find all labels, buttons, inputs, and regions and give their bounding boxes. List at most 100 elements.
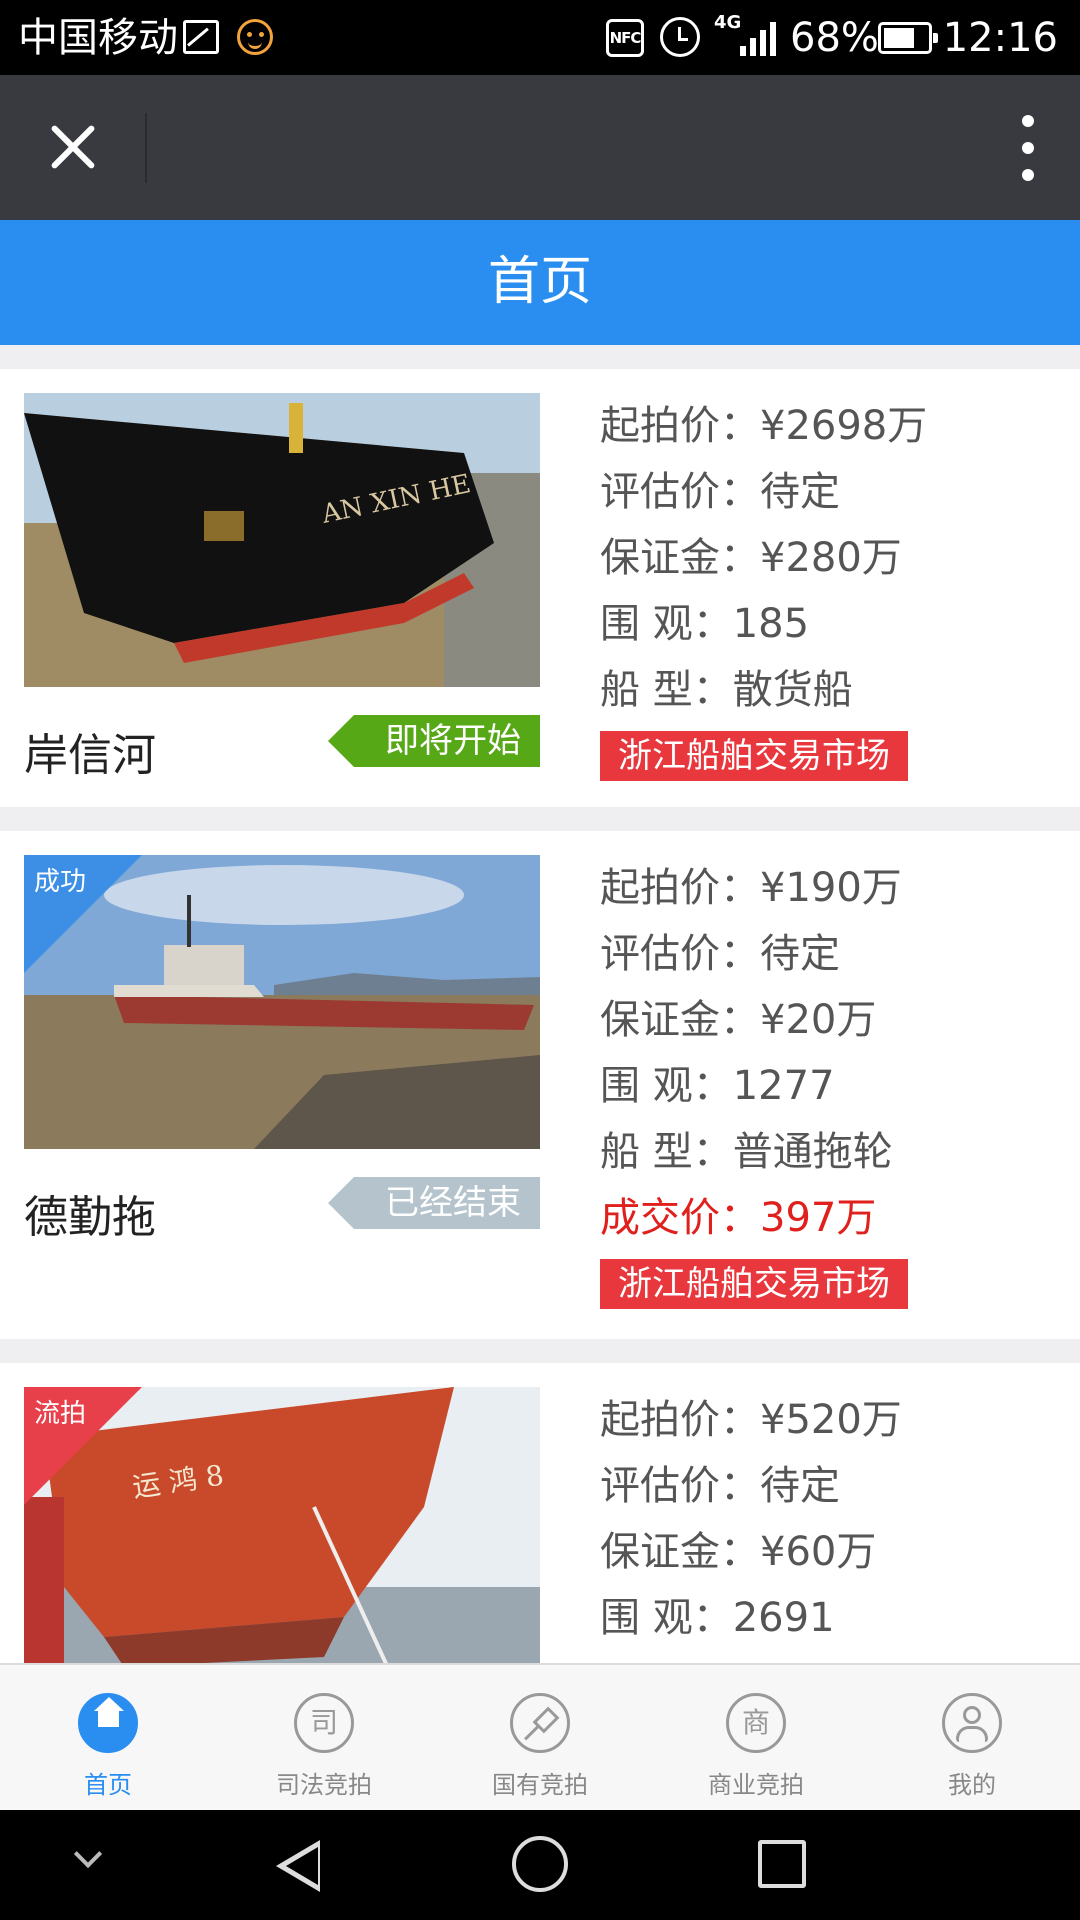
views-value: 2691 <box>732 1595 835 1641</box>
views-value: 185 <box>732 601 810 647</box>
gavel-icon <box>510 1693 570 1753</box>
signal-icon <box>740 20 776 56</box>
deposit-value: ¥20万 <box>760 997 877 1043</box>
ship-type-row: 船 型：普通拖轮 <box>600 1119 908 1185</box>
appraisal-label: 评估价： <box>600 931 760 977</box>
appraisal-label: 评估价： <box>600 1463 760 1509</box>
network-type: 4G <box>714 12 742 33</box>
auction-info: 起拍价：¥520万 评估价：待定 保证金：¥60万 围 观：2691 <box>600 1387 902 1651</box>
deposit-row: 保证金：¥20万 <box>600 987 908 1053</box>
ship-photo[interactable]: 运 鸿 8 流拍 <box>24 1387 540 1663</box>
auction-info: 起拍价：¥2698万 评估价：待定 保证金：¥280万 围 观：185 船 型：… <box>600 393 927 781</box>
close-icon[interactable] <box>40 115 105 180</box>
deal-price-value: 397万 <box>760 1195 877 1241</box>
nfc-icon: NFC <box>606 19 644 57</box>
tab-label: 首页 <box>84 1771 132 1799</box>
ship-name[interactable]: 岸信河 <box>24 719 156 783</box>
deal-price-label: 成交价： <box>600 1195 760 1241</box>
tab-label: 国有竞拍 <box>492 1771 588 1799</box>
ship-type-value: 散货船 <box>732 667 853 713</box>
tab-commercial-auction[interactable]: 商 商业竞拍 <box>648 1665 864 1812</box>
home-button-icon[interactable] <box>512 1836 568 1892</box>
auction-card[interactable]: 成功 德勤拖 已经结束 起拍价：¥190万 评估价：待定 保证金：¥20万 围 … <box>0 831 1080 1339</box>
appraisal-row: 评估价：待定 <box>600 921 908 987</box>
deposit-value: ¥60万 <box>760 1529 877 1575</box>
result-label: 流拍 <box>34 1399 87 1429</box>
ship-name[interactable]: 德勤拖 <box>24 1181 156 1245</box>
tab-label: 我的 <box>948 1771 996 1799</box>
tab-label: 商业竞拍 <box>708 1771 804 1799</box>
start-price-label: 起拍价： <box>600 403 760 449</box>
tab-label: 司法竞拍 <box>276 1771 372 1799</box>
clock: 12:16 <box>942 15 1058 61</box>
title-bar-divider <box>145 113 147 183</box>
views-row: 围 观：1277 <box>600 1053 908 1119</box>
start-price-label: 起拍价： <box>600 1397 760 1443</box>
deposit-label: 保证金： <box>600 1529 760 1575</box>
deposit-row: 保证金：¥280万 <box>600 525 927 591</box>
tab-judicial-auction[interactable]: 司 司法竞拍 <box>216 1665 432 1812</box>
ship-type-row: 船 型：散货船 <box>600 657 927 723</box>
market-tag: 浙江船舶交易市场 <box>600 731 908 781</box>
deposit-label: 保证金： <box>600 535 760 581</box>
result-label: 成功 <box>34 867 87 897</box>
start-price-value: ¥190万 <box>760 865 902 911</box>
auction-card[interactable]: 运 鸿 8 流拍 起拍价：¥520万 评估价：待定 保证金：¥60万 围 观：2… <box>0 1363 1080 1663</box>
appraisal-value: 待定 <box>760 931 840 977</box>
deposit-row: 保证金：¥60万 <box>600 1519 902 1585</box>
views-label: 围 观： <box>600 1063 733 1109</box>
more-options-icon[interactable] <box>1020 115 1036 181</box>
ship-photo-image: AN XIN HE <box>24 393 540 687</box>
views-row: 围 观：185 <box>600 591 927 657</box>
auction-list: AN XIN HE 岸信河 即将开始 起拍价：¥2698万 评估价：待定 保证金… <box>0 345 1080 1663</box>
page-header: 首页 <box>0 220 1080 345</box>
system-navigation-bar <box>0 1810 1080 1920</box>
views-label: 围 观： <box>600 601 733 647</box>
auction-card[interactable]: AN XIN HE 岸信河 即将开始 起拍价：¥2698万 评估价：待定 保证金… <box>0 369 1080 807</box>
ship-photo[interactable]: 成功 <box>24 855 540 1149</box>
collapse-icon[interactable] <box>73 1839 103 1869</box>
start-price-row: 起拍价：¥2698万 <box>600 393 927 459</box>
browser-title-bar <box>0 75 1080 220</box>
judicial-icon: 司 <box>294 1693 354 1753</box>
appraisal-value: 待定 <box>760 1463 840 1509</box>
carrier-name: 中国移动 <box>18 15 178 61</box>
home-icon <box>78 1693 138 1753</box>
deposit-value: ¥280万 <box>760 535 902 581</box>
deal-price-row: 成交价：397万 <box>600 1185 908 1251</box>
views-row: 围 观：2691 <box>600 1585 902 1651</box>
bottom-tab-bar: 首页 司 司法竞拍 国有竞拍 商 商业竞拍 我的 <box>0 1663 1080 1810</box>
ship-type-label: 船 型： <box>600 1129 733 1175</box>
back-icon[interactable] <box>276 1840 320 1892</box>
ship-type-label: 船 型： <box>600 667 733 713</box>
tab-state-auction[interactable]: 国有竞拍 <box>432 1665 648 1812</box>
page-title: 首页 <box>487 252 592 312</box>
battery-percent: 68% <box>790 15 879 61</box>
appraisal-row: 评估价：待定 <box>600 1453 902 1519</box>
auction-info: 起拍价：¥190万 评估价：待定 保证金：¥20万 围 观：1277 船 型：普… <box>600 855 908 1309</box>
deposit-label: 保证金： <box>600 997 760 1043</box>
battery-icon <box>878 22 938 54</box>
tab-home[interactable]: 首页 <box>0 1665 216 1812</box>
start-price-row: 起拍价：¥520万 <box>600 1387 902 1453</box>
tab-mine[interactable]: 我的 <box>864 1665 1080 1812</box>
ship-type-value: 普通拖轮 <box>732 1129 893 1175</box>
views-label: 围 观： <box>600 1595 733 1641</box>
start-price-value: ¥520万 <box>760 1397 902 1443</box>
emoji-notification-icon <box>237 19 273 55</box>
ship-photo[interactable]: AN XIN HE <box>24 393 540 687</box>
start-price-row: 起拍价：¥190万 <box>600 855 908 921</box>
auction-status-badge: 已经结束 <box>328 1177 540 1229</box>
recent-apps-icon[interactable] <box>758 1840 806 1888</box>
appraisal-label: 评估价： <box>600 469 760 515</box>
user-icon <box>942 1693 1002 1753</box>
alarm-icon <box>660 17 700 57</box>
start-price-value: ¥2698万 <box>760 403 928 449</box>
appraisal-row: 评估价：待定 <box>600 459 927 525</box>
market-tag: 浙江船舶交易市场 <box>600 1259 908 1309</box>
auction-status-badge: 即将开始 <box>328 715 540 767</box>
commerce-icon: 商 <box>726 1693 786 1753</box>
appraisal-value: 待定 <box>760 469 840 515</box>
page: 中国移动 NFC 4G 68% 12:16 首页 AN XIN HE 岸信河 即… <box>0 0 1080 1920</box>
views-value: 1277 <box>732 1063 835 1109</box>
